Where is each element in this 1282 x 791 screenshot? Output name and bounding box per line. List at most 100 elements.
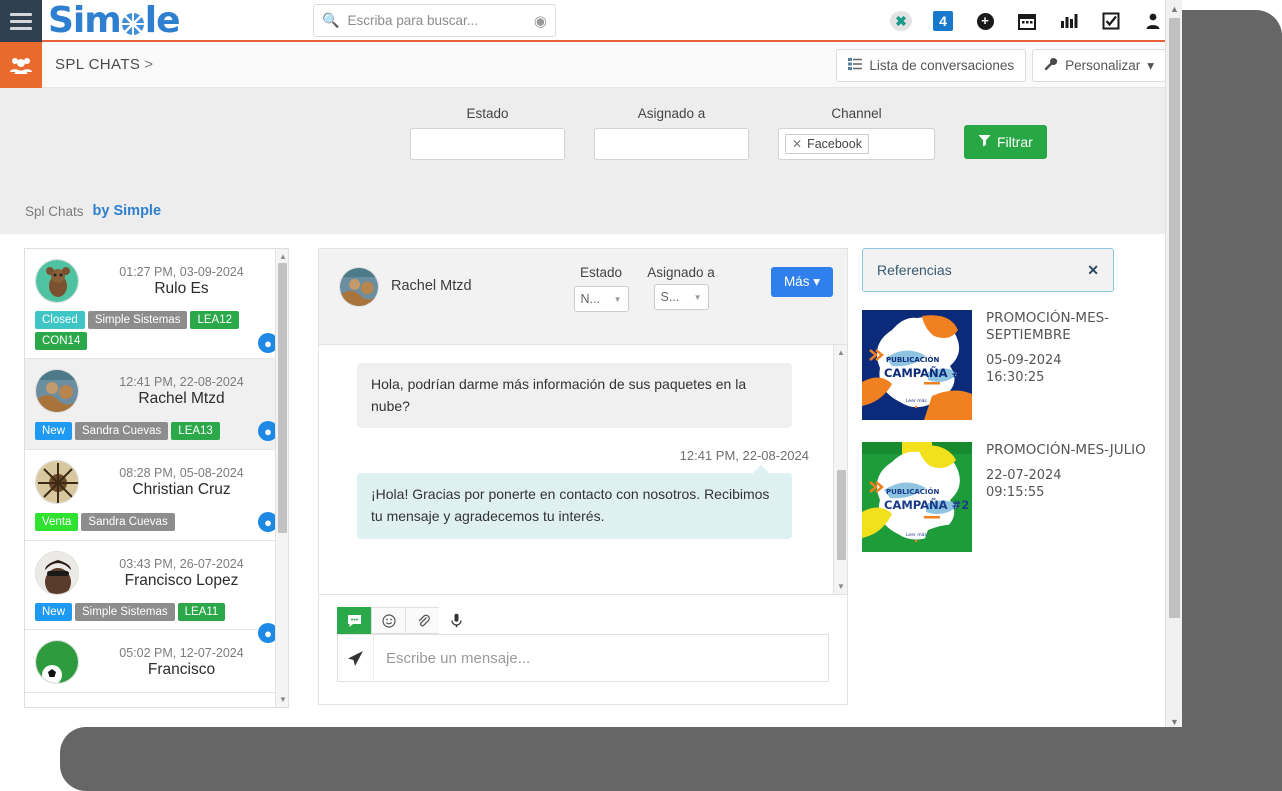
page-scrollbar[interactable]: ▲ ▼ <box>1165 0 1182 731</box>
conversation-list-scrollbar[interactable]: ▲ ▼ <box>275 249 288 707</box>
contact-badge: CON14 <box>35 332 88 350</box>
top-icon-group: ✖ 4 + <box>890 0 1164 42</box>
filter-asignado-input[interactable] <box>594 128 749 160</box>
conversation-tags: Closed Simple Sistemas LEA12 CON14 ● <box>35 311 278 353</box>
scroll-up-arrow-icon[interactable]: ▲ <box>837 348 845 357</box>
svg-text:CAMPAÑA #1: CAMPAÑA #1 <box>884 365 969 380</box>
page-scroll-down-arrow-icon[interactable]: ▼ <box>1170 717 1179 727</box>
conversation-time: 12:41 PM, 22-08-2024 <box>119 374 244 389</box>
conversation-item-0[interactable]: 01:27 PM, 03-09-2024 Rulo Es Closed Simp… <box>25 249 288 359</box>
wrench-icon <box>1044 57 1058 74</box>
scroll-down-arrow-icon[interactable]: ▼ <box>837 582 845 591</box>
lead-badge: LEA13 <box>171 422 220 440</box>
chevron-down-circle-icon[interactable]: ◉ <box>534 12 547 30</box>
conversation-list-button[interactable]: Lista de conversaciones <box>836 49 1027 82</box>
conversation-name: Rulo Es <box>154 279 209 297</box>
chip-remove-icon[interactable]: ✕ <box>792 137 802 151</box>
filter-asignado: Asignado a <box>594 106 749 160</box>
customize-label: Personalizar <box>1065 58 1141 73</box>
svg-text:PUBLICACIÓN: PUBLICACIÓN <box>886 487 939 496</box>
assignee-badge: Simple Sistemas <box>75 603 175 621</box>
page-scroll-up-arrow-icon[interactable]: ▲ <box>1170 4 1179 14</box>
chat-estado-group: Estado N... ▼ <box>561 265 641 312</box>
page-scroll-thumb[interactable] <box>1169 18 1180 618</box>
chat-panel: Rachel Mtzd Estado N... ▼ Asignado a S..… <box>318 248 848 708</box>
reference-item-1[interactable]: PUBLICACIÓN CAMPAÑA #2 Leer más PROMOCIÓ… <box>862 442 1158 552</box>
message-bubble-outgoing: ¡Hola! Gracias por ponerte en contacto c… <box>357 465 792 539</box>
chat-asignado-label: Asignado a <box>647 265 715 280</box>
attachment-icon[interactable] <box>405 607 439 634</box>
filter-asignado-label: Asignado a <box>637 106 706 121</box>
microphone-icon[interactable] <box>439 607 473 634</box>
avatar <box>35 640 79 684</box>
scroll-thumb[interactable] <box>278 263 287 533</box>
svg-text:Leer más: Leer más <box>906 531 927 538</box>
conversation-item-1[interactable]: 12:41 PM, 22-08-2024 Rachel Mtzd New San… <box>25 359 288 450</box>
filter-button[interactable]: Filtrar <box>964 125 1047 159</box>
notification-count-badge[interactable]: 4 <box>932 10 954 32</box>
more-button[interactable]: Más ▾ <box>770 267 833 297</box>
emoji-icon[interactable] <box>371 607 405 634</box>
plus-circle-icon[interactable]: + <box>974 10 996 32</box>
x-brand-icon[interactable]: ✖ <box>890 10 912 32</box>
references-title: Referencias <box>877 262 952 278</box>
reference-info: PROMOCIÓN-MES-SEPTIEMBRE 05-09-2024 16:3… <box>986 310 1158 420</box>
conversation-list: 01:27 PM, 03-09-2024 Rulo Es Closed Simp… <box>24 248 289 708</box>
status-badge: New <box>35 422 73 440</box>
chat-estado-select[interactable]: N... ▼ <box>573 286 629 312</box>
avatar <box>35 551 79 595</box>
reference-date: 22-07-2024 09:15:55 <box>986 468 1146 502</box>
conversation-item-3[interactable]: 03:43 PM, 26-07-2024 Francisco Lopez New… <box>25 541 288 643</box>
send-icon[interactable] <box>338 635 374 681</box>
message-timestamp: 12:41 PM, 22-08-2024 <box>679 448 809 464</box>
chat-messages: Hola, podrían darme más información de s… <box>318 345 848 595</box>
message-input[interactable] <box>374 635 828 681</box>
conversation-item-2[interactable]: 08:28 PM, 05-08-2024 Christian Cruz Vent… <box>25 450 288 541</box>
references-panel: Referencias ✕ PUBLICACIÓN CAMPAÑA #1 Lee… <box>862 248 1158 708</box>
module-vendor: by Simple <box>92 203 162 219</box>
search-input[interactable] <box>347 13 526 28</box>
conversation-item-4[interactable]: 05:02 PM, 12-07-2024 Francisco <box>25 630 288 693</box>
top-navigation-bar: Sim le 🔍 ◉ ✖ 4 + <box>0 0 1182 42</box>
reference-thumbnail: PUBLICACIÓN CAMPAÑA #2 Leer más <box>862 442 972 552</box>
chat-contact-name: Rachel Mtzd <box>391 278 472 294</box>
checkbox-icon[interactable] <box>1100 10 1122 32</box>
channel-chip-facebook[interactable]: ✕ Facebook <box>785 134 869 154</box>
chart-icon[interactable] <box>1058 10 1080 32</box>
scroll-up-arrow-icon[interactable]: ▲ <box>279 252 287 261</box>
conversation-name: Francisco Lopez <box>124 571 239 589</box>
chat-header: Rachel Mtzd Estado N... ▼ Asignado a S..… <box>318 248 848 345</box>
reference-thumbnail: PUBLICACIÓN CAMPAÑA #1 Leer más <box>862 310 972 420</box>
global-search[interactable]: 🔍 ◉ <box>313 4 556 37</box>
user-icon[interactable] <box>1142 10 1164 32</box>
message-tool-icon[interactable] <box>337 607 371 634</box>
chat-asignado-select[interactable]: S... ▼ <box>653 284 709 310</box>
chat-estado-label: Estado <box>579 265 623 280</box>
scroll-down-arrow-icon[interactable]: ▼ <box>279 695 287 704</box>
svg-text:Leer más: Leer más <box>906 397 927 404</box>
avatar <box>35 369 79 413</box>
chat-scrollbar[interactable]: ▲ ▼ <box>833 345 847 594</box>
filter-channel-label: Channel <box>831 106 882 121</box>
reference-item-0[interactable]: PUBLICACIÓN CAMPAÑA #1 Leer más PROMOCIÓ… <box>862 310 1158 420</box>
chevron-down-icon: ▾ <box>1147 57 1154 73</box>
reference-info: PROMOCIÓN-MES-JULIO 22-07-2024 09:15:55 <box>986 442 1146 552</box>
chat-composer <box>318 595 848 705</box>
filter-estado-input[interactable] <box>410 128 565 160</box>
calendar-icon[interactable] <box>1016 10 1038 32</box>
breadcrumb-separator: > <box>144 56 154 73</box>
lead-badge: LEA11 <box>177 603 226 621</box>
avatar <box>35 259 79 303</box>
filter-estado-label: Estado <box>466 106 509 121</box>
logo-text-part1: Sim <box>48 0 122 41</box>
scroll-thumb[interactable] <box>837 470 846 560</box>
customize-button[interactable]: Personalizar ▾ <box>1032 49 1166 82</box>
close-icon[interactable]: ✕ <box>1087 262 1099 279</box>
conversation-name: Francisco <box>147 660 216 678</box>
reference-date: 05-09-2024 16:30:25 <box>986 353 1158 387</box>
chat-estado-value: N... <box>580 292 600 306</box>
conversation-tags: New Sandra Cuevas LEA13 ● <box>35 421 278 441</box>
hamburger-menu-icon[interactable] <box>0 0 42 42</box>
reference-date-value: 22-07-2024 <box>986 467 1062 483</box>
filter-channel-input[interactable]: ✕ Facebook <box>778 128 935 160</box>
